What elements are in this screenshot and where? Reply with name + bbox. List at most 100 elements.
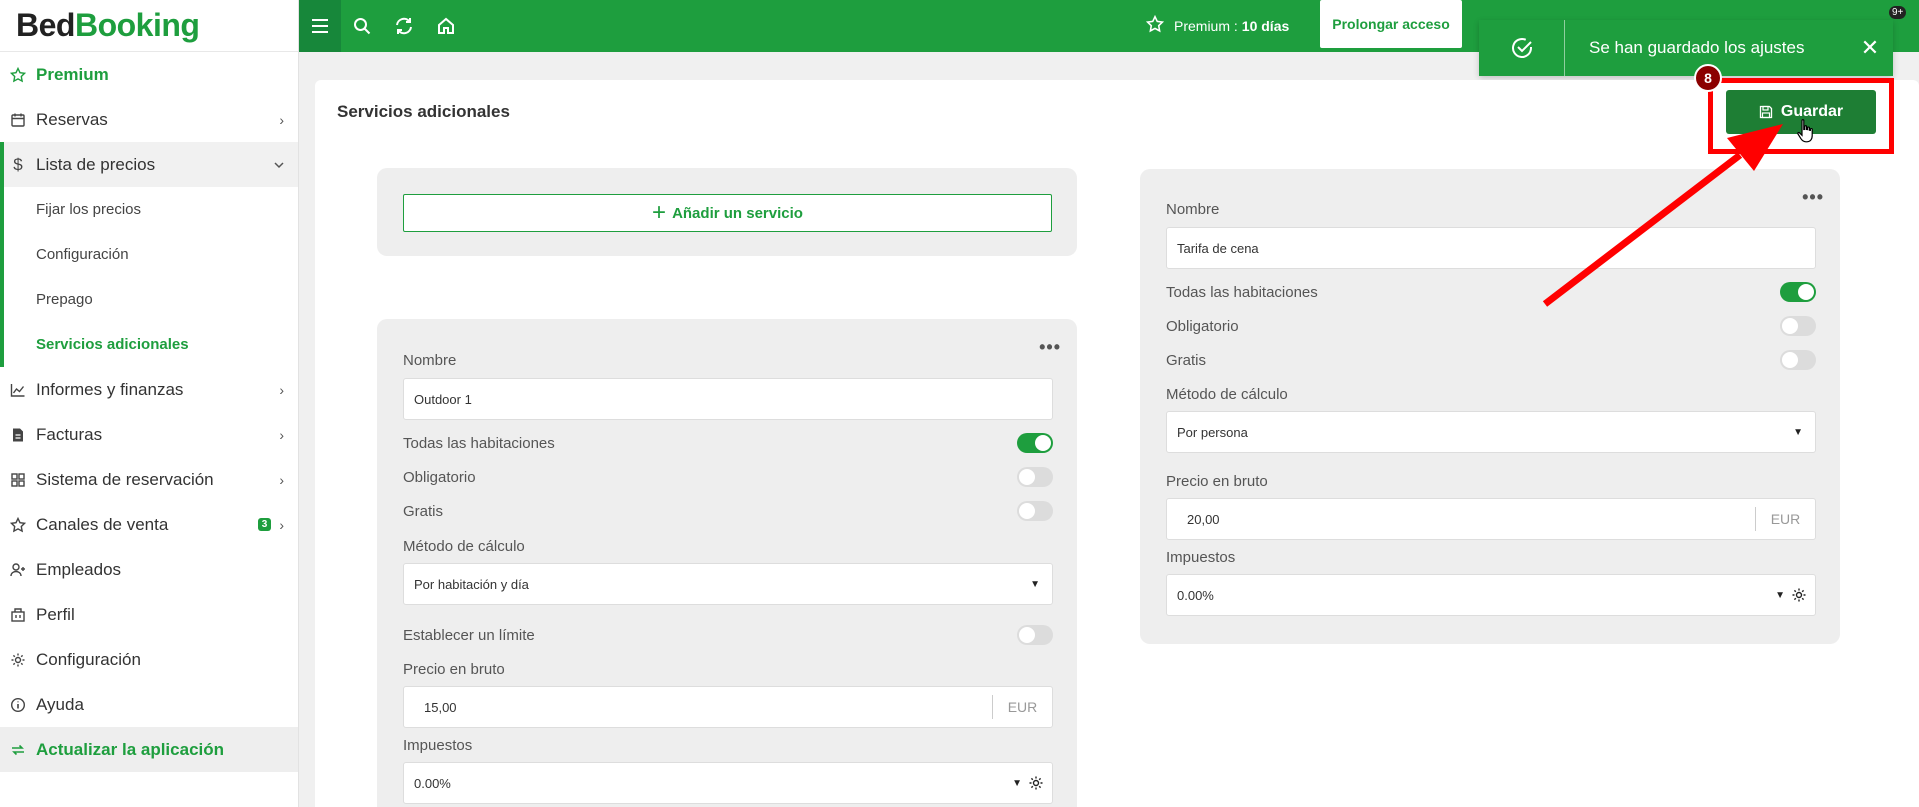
- sidebar-item-ayuda[interactable]: Ayuda: [0, 682, 298, 727]
- sidebar-item-reservas[interactable]: Reservas ›: [0, 97, 298, 142]
- mandatory-toggle[interactable]: [1780, 316, 1816, 336]
- price-input[interactable]: 20,00 EUR: [1166, 498, 1816, 540]
- toggle-knob: [1019, 503, 1035, 519]
- logo-part-booking: Booking: [74, 7, 200, 43]
- currency-unit: EUR: [1755, 507, 1815, 531]
- sidebar-subitem-servicios-adicionales[interactable]: Servicios adicionales: [0, 322, 298, 367]
- tutorial-step-badge: 8: [1694, 64, 1722, 92]
- toggle-knob: [1798, 284, 1814, 300]
- mandatory-label: Obligatorio: [403, 468, 476, 486]
- currency-unit: EUR: [992, 695, 1052, 719]
- sidebar-item-label: Actualizar la aplicación: [36, 739, 225, 759]
- all-rooms-toggle[interactable]: [1017, 433, 1053, 453]
- building-icon: [10, 607, 26, 623]
- refresh-icon[interactable]: [383, 0, 425, 52]
- gear-icon[interactable]: [1791, 587, 1807, 606]
- plus-icon: +: [652, 199, 667, 226]
- sidebar-item-perfil[interactable]: Perfil: [0, 592, 298, 637]
- premium-status[interactable]: Premium : 10 días: [1145, 0, 1289, 52]
- calc-method-value: Por habitación y día: [414, 576, 529, 592]
- service-name-input[interactable]: Tarifa de cena: [1166, 227, 1816, 269]
- calc-method-select[interactable]: Por persona ▼: [1166, 411, 1816, 453]
- all-rooms-toggle[interactable]: [1780, 282, 1816, 302]
- search-icon[interactable]: [341, 0, 383, 52]
- mandatory-toggle[interactable]: [1017, 467, 1053, 487]
- tax-label: Impuestos: [403, 737, 473, 754]
- notifications-badge[interactable]: 9+: [1889, 6, 1907, 19]
- save-icon: [1759, 105, 1773, 119]
- mandatory-label: Obligatorio: [1166, 317, 1239, 335]
- add-service-label: Añadir un servicio: [672, 204, 803, 222]
- tax-select[interactable]: 0.00% ▼: [403, 762, 1053, 804]
- sidebar-subitem-label: Servicios adicionales: [36, 336, 189, 353]
- sidebar-item-empleados[interactable]: Empleados: [0, 547, 298, 592]
- toggle-knob: [1782, 352, 1798, 368]
- limit-label: Establecer un límite: [403, 626, 535, 644]
- sidebar-item-label: Premium: [36, 64, 109, 84]
- free-label: Gratis: [403, 502, 444, 520]
- mandatory-row: Obligatorio: [403, 467, 1053, 487]
- service-card-outdoor: ••• Nombre Outdoor 1 Todas las habitacio…: [377, 319, 1077, 807]
- sidebar-item-label: Empleados: [36, 559, 122, 579]
- info-icon: [10, 697, 26, 713]
- hand-cursor-icon: [1796, 118, 1816, 149]
- sidebar-item-lista-de-precios[interactable]: $ Lista de precios: [0, 142, 298, 187]
- service-name-value: Outdoor 1: [414, 391, 472, 407]
- gear-icon[interactable]: [1028, 775, 1044, 794]
- sidebar-item-label: Perfil: [36, 604, 75, 624]
- calc-method-label: Método de cálculo: [403, 538, 525, 555]
- sidebar-item-informes[interactable]: Informes y finanzas ›: [0, 367, 298, 412]
- sidebar-subitem-prepago[interactable]: Prepago: [0, 277, 298, 322]
- price-input[interactable]: 15,00 EUR: [403, 686, 1053, 728]
- limit-toggle[interactable]: [1017, 625, 1053, 645]
- add-service-button[interactable]: + Añadir un servicio: [403, 194, 1052, 232]
- sidebar-item-label: Informes y finanzas: [36, 379, 184, 399]
- sidebar-item-label: Ayuda: [36, 694, 84, 714]
- free-toggle[interactable]: [1780, 350, 1816, 370]
- all-rooms-label: Todas las habitaciones: [403, 434, 555, 452]
- sidebar-nav: Premium Reservas › $ Lista de precios Fi…: [0, 52, 298, 772]
- sidebar-item-facturas[interactable]: Facturas ›: [0, 412, 298, 457]
- price-label: Precio en bruto: [1166, 473, 1268, 490]
- more-options-icon[interactable]: •••: [1039, 337, 1061, 358]
- service-name-input[interactable]: Outdoor 1: [403, 378, 1053, 420]
- home-icon[interactable]: [425, 0, 467, 52]
- price-value: 15,00: [424, 699, 457, 715]
- toast-close-icon[interactable]: ✕: [1847, 35, 1893, 61]
- add-service-card: + Añadir un servicio: [377, 168, 1077, 256]
- app-logo[interactable]: Bed Booking: [0, 0, 298, 52]
- star-icon: [1145, 14, 1165, 38]
- logo-part-bed: Bed: [16, 7, 75, 43]
- prolong-access-button[interactable]: Prolongar acceso: [1320, 0, 1462, 48]
- limit-row: Establecer un límite: [403, 625, 1053, 645]
- page-title: Servicios adicionales: [337, 102, 510, 121]
- sidebar-item-update-app[interactable]: Actualizar la aplicación: [0, 727, 298, 772]
- chevron-right-icon: ›: [279, 516, 284, 533]
- sidebar-item-label: Reservas: [36, 109, 108, 129]
- gear-icon: [10, 652, 26, 668]
- sidebar-item-canales-venta[interactable]: Canales de venta 3 ›: [0, 502, 298, 547]
- star-icon: [10, 66, 26, 83]
- sidebar: Bed Booking Premium Reservas › $ Lista de…: [0, 0, 299, 807]
- caret-down-icon: ▼: [1012, 777, 1022, 789]
- tax-value: 0.00%: [414, 775, 451, 791]
- grid-icon: [10, 472, 26, 488]
- sidebar-subitem-configuracion[interactable]: Configuración: [0, 232, 298, 277]
- sidebar-subitem-fijar-precios[interactable]: Fijar los precios: [0, 187, 298, 232]
- price-value: 20,00: [1187, 511, 1220, 527]
- toggle-knob: [1035, 435, 1051, 451]
- free-toggle[interactable]: [1017, 501, 1053, 521]
- sidebar-item-sistema-reservacion[interactable]: Sistema de reservación ›: [0, 457, 298, 502]
- sidebar-subitem-label: Fijar los precios: [36, 201, 142, 218]
- more-options-icon[interactable]: •••: [1802, 187, 1824, 208]
- toggle-knob: [1019, 469, 1035, 485]
- dollar-icon: $: [13, 154, 23, 174]
- tax-select[interactable]: 0.00% ▼: [1166, 574, 1816, 616]
- all-rooms-row: Todas las habitaciones: [403, 433, 1053, 453]
- sidebar-item-configuracion[interactable]: Configuración: [0, 637, 298, 682]
- sidebar-item-premium[interactable]: Premium: [0, 52, 298, 97]
- calc-method-select[interactable]: Por habitación y día ▼: [403, 563, 1053, 605]
- service-name-value: Tarifa de cena: [1177, 240, 1259, 256]
- hamburger-menu-icon[interactable]: [299, 0, 341, 52]
- sidebar-subitem-label: Prepago: [36, 291, 93, 308]
